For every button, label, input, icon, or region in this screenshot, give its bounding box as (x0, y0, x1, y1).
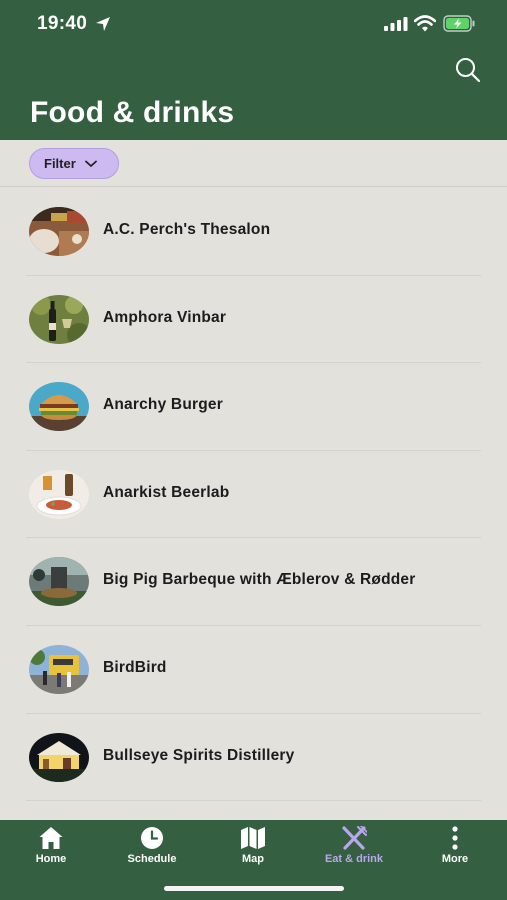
venue-name: Big Pig Barbeque with Æblerov & Rødder (103, 571, 416, 589)
venue-row[interactable]: Anarkist Beerlab (0, 451, 507, 539)
app-header: 19:40 Food & drinks (0, 0, 507, 140)
cellular-signal-icon (384, 17, 408, 31)
tab-more[interactable]: More (410, 826, 500, 874)
tab-label: Home (35, 853, 67, 865)
venue-name: A.C. Perch's Thesalon (103, 221, 271, 238)
venue-thumbnail (29, 644, 89, 694)
page-title: Food & drinks (30, 96, 235, 129)
venue-row[interactable]: Big Pig Barbeque with Æblerov & Rødder (0, 538, 507, 626)
venue-thumbnail (29, 732, 89, 782)
location-arrow-icon (96, 17, 110, 31)
venue-thumbnail (29, 382, 89, 432)
search-icon[interactable] (452, 54, 484, 86)
status-bar: 19:40 (0, 0, 507, 48)
venue-thumbnail (29, 207, 89, 256)
filter-button[interactable]: Filter (29, 148, 119, 179)
tab-home[interactable]: Home (6, 826, 96, 874)
tab-label: More (441, 853, 469, 865)
filter-bar: Filter (0, 140, 507, 187)
home-icon (39, 827, 63, 849)
venue-name: Amphora Vinbar (103, 308, 227, 326)
chevron-down-icon (84, 160, 97, 167)
battery-charging-icon (443, 15, 475, 32)
filter-label: Filter (44, 156, 76, 171)
venue-name: Anarkist Beerlab (103, 483, 230, 501)
venue-name: Bullseye Spirits Distillery (103, 746, 295, 764)
venue-row[interactable]: A.C. Perch's Thesalon (0, 188, 507, 276)
venue-list: A.C. Perch's Thesalon Amphora Vinbar Ana… (0, 188, 507, 802)
fork-knife-icon (342, 826, 367, 850)
home-indicator (164, 886, 344, 891)
tab-label: Schedule (127, 853, 177, 865)
venue-row[interactable]: Bullseye Spirits Distillery (0, 714, 507, 802)
tab-label: Eat & drink (324, 853, 384, 865)
row-divider (26, 800, 481, 802)
map-icon (241, 827, 265, 849)
wifi-icon (414, 15, 436, 32)
tab-schedule[interactable]: Schedule (107, 826, 197, 874)
venue-name: BirdBird (103, 658, 167, 676)
tab-eat-drink[interactable]: Eat & drink (309, 826, 399, 874)
more-dots-icon (452, 826, 458, 850)
venue-thumbnail (29, 557, 89, 607)
status-time: 19:40 (37, 13, 88, 34)
venue-thumbnail (29, 294, 89, 344)
venue-row[interactable]: BirdBird (0, 626, 507, 714)
venue-row[interactable]: Amphora Vinbar (0, 276, 507, 364)
venue-row[interactable]: Anarchy Burger (0, 363, 507, 451)
clock-icon (141, 827, 163, 849)
tab-map[interactable]: Map (208, 826, 298, 874)
venue-name: Anarchy Burger (103, 396, 223, 414)
venue-thumbnail (29, 469, 89, 519)
tab-label: Map (242, 853, 264, 865)
